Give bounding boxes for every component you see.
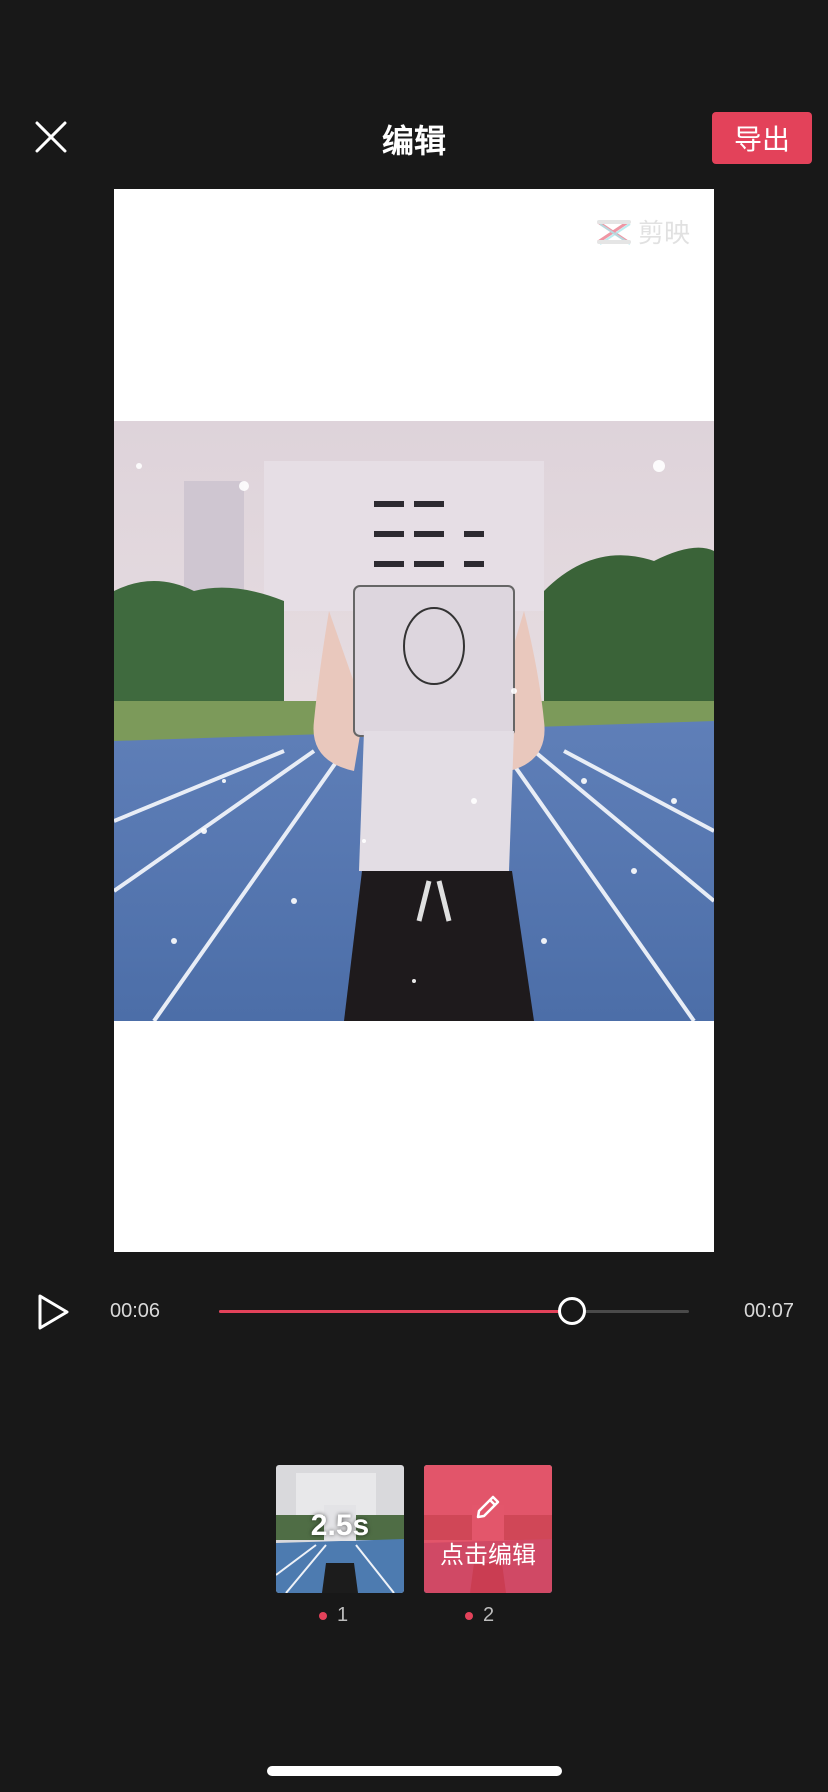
home-indicator[interactable] — [267, 1766, 562, 1776]
clip-thumbnail-1[interactable]: 2.5s — [276, 1465, 404, 1593]
play-icon[interactable] — [36, 1293, 70, 1331]
preview-image — [114, 421, 714, 1021]
video-preview[interactable]: 剪映 — [114, 189, 714, 1252]
progress-fill — [219, 1310, 572, 1313]
clip-marker-dot — [465, 1611, 473, 1620]
export-button[interactable]: 导出 — [712, 112, 812, 164]
watermark-text: 剪映 — [637, 219, 690, 249]
app-watermark: 剪映 — [594, 213, 690, 250]
clip-index-label: 2 — [483, 1604, 495, 1626]
edit-screen: 编辑 导出 剪映 00:06 00:07 2.5s 点击编辑 1 2 — [0, 0, 828, 1792]
clip-thumbnail-2[interactable]: 点击编辑 — [424, 1465, 552, 1593]
playback-progress-slider[interactable] — [219, 1297, 689, 1325]
progress-thumb[interactable] — [557, 1297, 586, 1325]
clip-index-2: 2 — [465, 1604, 494, 1627]
clip-index-1: 1 — [319, 1604, 348, 1627]
pencil-icon — [476, 1495, 500, 1519]
clip-marker-dot — [319, 1611, 327, 1620]
tap-to-edit-label: 点击编辑 — [440, 1541, 536, 1569]
clip-edit-overlay — [424, 1465, 552, 1593]
page-title: 编辑 — [381, 123, 446, 159]
clip-index-label: 1 — [337, 1604, 349, 1626]
current-time: 00:06 — [110, 1300, 161, 1322]
close-icon[interactable] — [26, 112, 76, 162]
total-time: 00:07 — [744, 1300, 795, 1322]
clip-duration: 2.5s — [310, 1509, 370, 1542]
capcut-logo-icon — [596, 219, 631, 245]
